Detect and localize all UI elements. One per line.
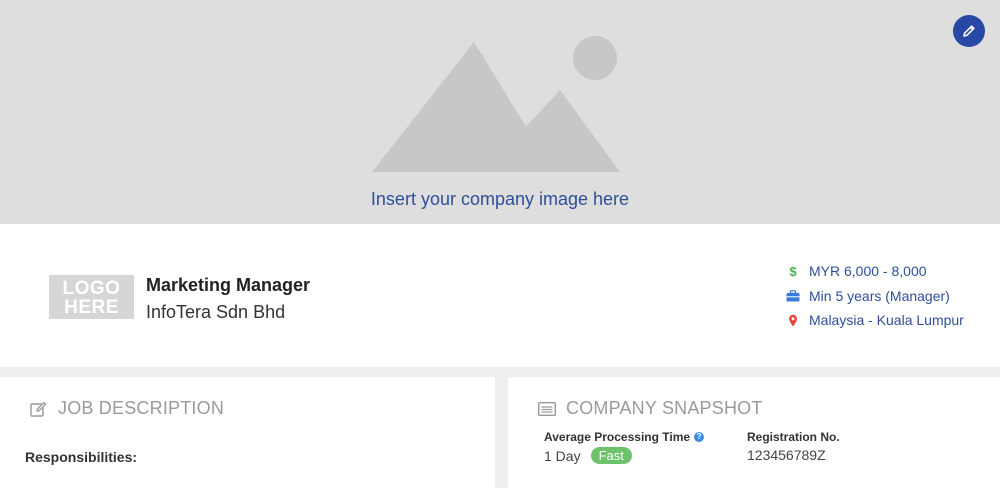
edit-banner-button[interactable] [953, 15, 985, 47]
edit-note-icon [30, 400, 50, 418]
registration-value: 123456789Z [747, 447, 826, 463]
dollar-icon: $ [786, 263, 800, 279]
svg-text:$: $ [789, 264, 797, 278]
briefcase-icon [786, 288, 800, 304]
logo-text-line1: LOGO [62, 278, 121, 299]
processing-time-text: 1 Day [544, 447, 581, 464]
registration-label: Registration No. [747, 430, 840, 444]
location-text: Malaysia - Kuala Lumpur [809, 312, 964, 328]
processing-time-label: Average Processing Time ? [544, 430, 705, 444]
job-description-panel: JOB DESCRIPTION Responsibilities: [0, 377, 495, 488]
map-pin-icon [786, 312, 800, 328]
processing-time-value: 1 Day Fast [544, 447, 632, 464]
location-info: Malaysia - Kuala Lumpur [786, 310, 986, 330]
job-description-title: JOB DESCRIPTION [58, 398, 225, 418]
list-card-icon [538, 400, 558, 418]
logo-text-line2: HERE [64, 297, 119, 318]
help-icon[interactable]: ? [694, 432, 705, 442]
job-title: Marketing Manager [146, 275, 311, 295]
experience-text: Min 5 years (Manager) [809, 288, 950, 304]
company-banner: Insert your company image here [0, 0, 1000, 224]
fast-badge: Fast [590, 447, 632, 464]
company-snapshot-title: COMPANY SNAPSHOT [566, 398, 763, 418]
processing-time-label-text: Average Processing Time [544, 430, 691, 444]
salary-text: MYR 6,000 - 8,000 [809, 263, 927, 279]
job-description-heading: JOB DESCRIPTION [30, 398, 224, 419]
image-placeholder-icon [372, 36, 620, 172]
company-name: InfoTera Sdn Bhd [146, 302, 286, 322]
responsibilities-label: Responsibilities: [25, 449, 138, 465]
pencil-icon [963, 25, 975, 37]
company-logo-placeholder: LOGO HERE [49, 275, 134, 319]
job-header-card: LOGO HERE Marketing Manager InfoTera Sdn… [0, 224, 1000, 367]
salary-info: $ MYR 6,000 - 8,000 [786, 261, 986, 281]
experience-info: Min 5 years (Manager) [786, 286, 986, 306]
company-snapshot-heading: COMPANY SNAPSHOT [538, 398, 763, 419]
insert-image-link[interactable]: Insert your company image here [0, 189, 1000, 210]
company-snapshot-panel: COMPANY SNAPSHOT Average Processing Time… [508, 377, 1000, 488]
